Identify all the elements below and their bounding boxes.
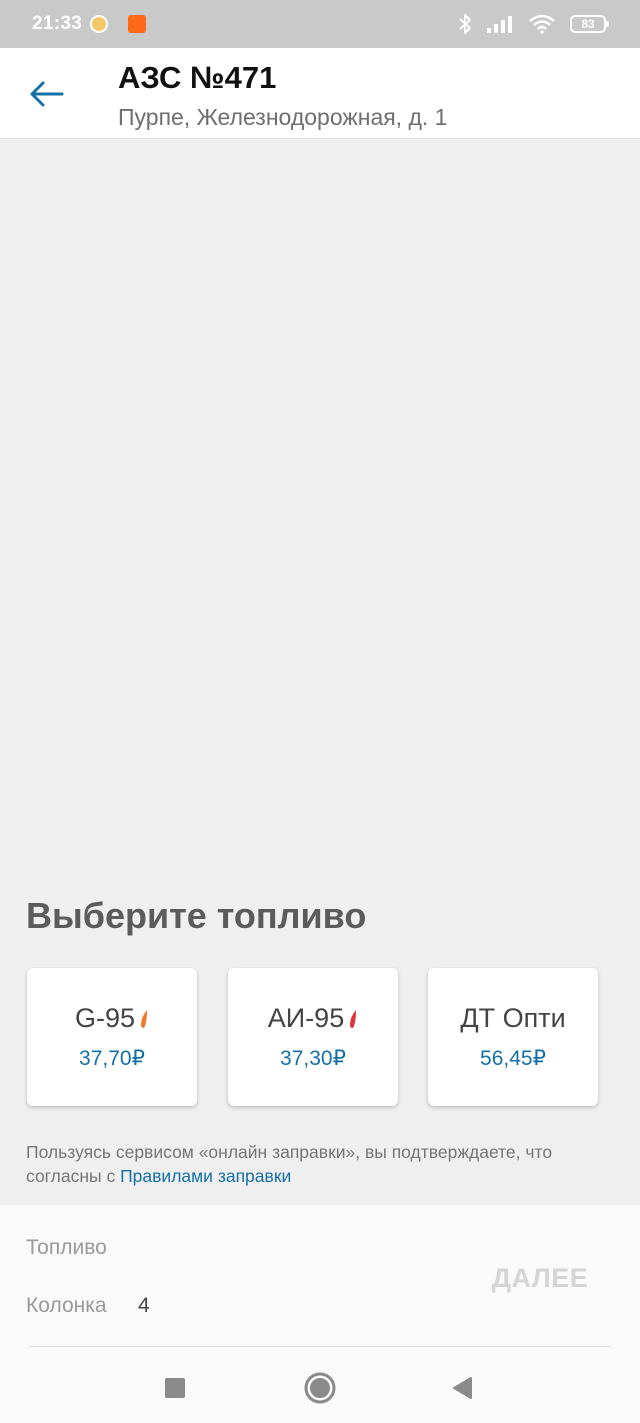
circle-icon bbox=[304, 1372, 336, 1404]
system-nav-bar bbox=[0, 1348, 640, 1423]
status-bar: 21:33 83 bbox=[0, 0, 640, 48]
flame-icon bbox=[141, 1009, 148, 1028]
station-title: АЗС №471 bbox=[118, 60, 277, 95]
pump-row-value: 4 bbox=[138, 1294, 150, 1317]
fuel-name: АИ-95 bbox=[267, 1003, 345, 1033]
square-icon bbox=[165, 1378, 185, 1398]
status-time: 21:33 bbox=[32, 13, 83, 34]
bluetooth-icon bbox=[459, 14, 471, 34]
terms-text: Пользуясь сервисом «онлайн заправки», вы… bbox=[26, 1140, 616, 1188]
flame-icon bbox=[350, 1009, 357, 1028]
fuel-name: G-95 bbox=[74, 1003, 136, 1033]
terms-link[interactable]: Правилами заправки bbox=[120, 1166, 291, 1186]
fuel-price: 56,45₽ bbox=[480, 1047, 546, 1070]
panel-divider bbox=[30, 1346, 610, 1347]
triangle-back-icon bbox=[453, 1377, 472, 1399]
next-button[interactable]: ДАЛЕЕ bbox=[470, 1254, 610, 1302]
recent-apps-button[interactable] bbox=[157, 1370, 193, 1406]
pump-row-label: Колонка bbox=[26, 1294, 107, 1317]
fuel-card-g95[interactable]: G-95 37,70₽ bbox=[27, 968, 197, 1106]
fuel-row-label: Топливо bbox=[26, 1236, 107, 1259]
fuel-price: 37,30₽ bbox=[280, 1047, 346, 1070]
mi-app-icon bbox=[128, 15, 147, 33]
back-button[interactable] bbox=[22, 72, 70, 116]
battery-icon: 83 bbox=[570, 15, 609, 33]
wifi-icon bbox=[529, 14, 555, 34]
fuel-heading: Выберите топливо bbox=[26, 895, 367, 936]
station-address: Пурпе, Железнодорожная, д. 1 bbox=[118, 104, 448, 130]
home-button[interactable] bbox=[302, 1370, 338, 1406]
battery-level: 83 bbox=[581, 17, 595, 31]
fuel-card-ai95[interactable]: АИ-95 37,30₽ bbox=[228, 968, 398, 1106]
fuel-name: ДТ Опти bbox=[460, 1003, 566, 1033]
fuel-card-dt-opti[interactable]: ДТ Опти 56,45₽ bbox=[428, 968, 598, 1106]
system-back-button[interactable] bbox=[444, 1370, 480, 1406]
signal-icon bbox=[487, 16, 512, 33]
fuel-price: 37,70₽ bbox=[79, 1047, 145, 1070]
app-header: АЗС №471 Пурпе, Железнодорожная, д. 1 bbox=[0, 48, 640, 139]
arrow-left-icon bbox=[30, 81, 64, 107]
map-area bbox=[0, 140, 640, 870]
notification-app-icon bbox=[90, 15, 109, 33]
